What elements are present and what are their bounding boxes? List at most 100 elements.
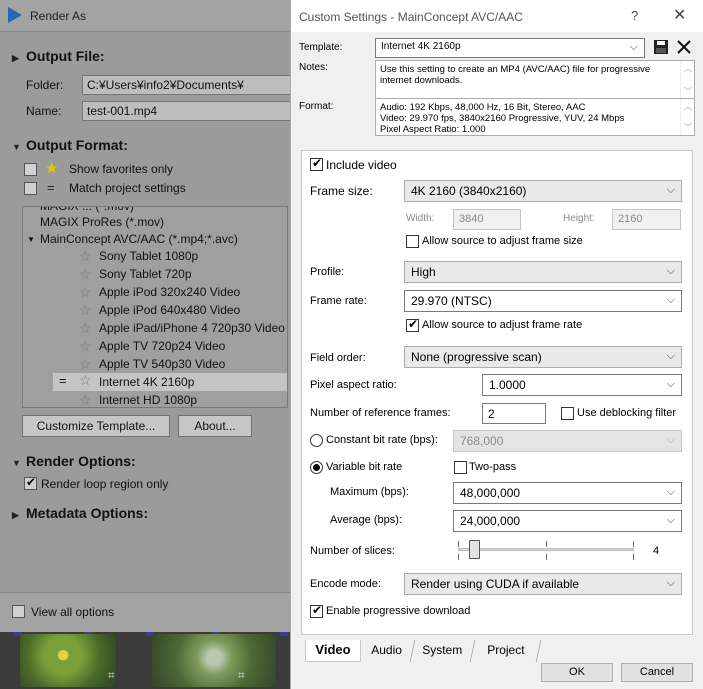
ok-button[interactable]: OK: [541, 663, 613, 682]
tree-item[interactable]: ☆ Apple iPod 320x240 Video: [23, 284, 287, 303]
progressive-download-checkbox[interactable]: ✔: [310, 603, 323, 618]
close-icon[interactable]: ✕: [673, 5, 686, 25]
pixel-aspect-label: Pixel aspect ratio:: [310, 379, 397, 391]
slices-value: 4: [653, 545, 660, 557]
height-label: Height:: [563, 213, 595, 224]
customize-template-button[interactable]: Customize Template...: [22, 415, 170, 437]
cbr-dropdown[interactable]: 768,000 ⌵: [453, 430, 682, 452]
include-video-label: Include video: [326, 158, 397, 172]
tree-item[interactable]: MAGIX ProRes (*.mov): [23, 215, 287, 233]
tree-item[interactable]: ☆ Apple iPad/iPhone 4 720p30 Video: [23, 320, 287, 339]
folder-input[interactable]: C:¥Users¥info2¥Documents¥: [82, 75, 292, 95]
encode-mode-dropdown[interactable]: Render using CUDA if available ⌵: [404, 573, 682, 595]
notes-text: Use this setting to create an MP4 (AVC/A…: [380, 64, 651, 86]
maximum-label: Maximum (bps):: [330, 486, 409, 498]
frame-size-label: Frame size:: [310, 184, 373, 198]
maximum-dropdown[interactable]: 48,000,000 ⌵: [453, 482, 682, 504]
frame-size-value: 4K 2160 (3840x2160): [411, 184, 527, 198]
height-input[interactable]: 2160: [612, 209, 681, 230]
chevron-down-icon: ⌵: [666, 514, 675, 526]
star-icon[interactable]: ☆: [79, 248, 92, 265]
tab-audio[interactable]: Audio: [358, 640, 416, 662]
average-dropdown[interactable]: 24,000,000 ⌵: [453, 510, 682, 532]
encode-mode-value: Render using CUDA if available: [411, 577, 580, 591]
delete-icon[interactable]: [676, 39, 692, 55]
tree-item[interactable]: ☆ Sony Tablet 1080p: [23, 248, 287, 267]
custom-settings-titlebar: Custom Settings - MainConcept AVC/AAC ? …: [291, 0, 703, 32]
tree-item[interactable]: ☆ Apple TV 720p24 Video: [23, 338, 287, 357]
field-order-label: Field order:: [310, 352, 366, 364]
deblocking-checkbox[interactable]: [561, 407, 574, 420]
tree-item[interactable]: ☆ Sony Tablet 720p: [23, 266, 287, 285]
slices-slider-thumb[interactable]: [469, 540, 480, 559]
frame-size-dropdown[interactable]: 4K 2160 (3840x2160) ⌵: [404, 180, 682, 202]
metadata-options-section[interactable]: ▶ Metadata Options:: [12, 505, 148, 521]
crop-icon[interactable]: ⌗: [108, 668, 115, 683]
slices-slider-track[interactable]: [458, 548, 634, 551]
field-order-dropdown[interactable]: None (progressive scan) ⌵: [404, 346, 682, 368]
video-thumbnail: [152, 634, 276, 687]
chevron-down-icon: ⌵: [666, 265, 675, 277]
star-icon[interactable]: ☆: [79, 392, 92, 407]
cbr-label: Constant bit rate (bps):: [326, 434, 438, 446]
crop-icon[interactable]: ⌗: [238, 668, 245, 683]
output-format-section[interactable]: ▼ Output Format:: [12, 137, 128, 153]
vbr-radio[interactable]: [310, 461, 323, 474]
frame-rate-dropdown[interactable]: 29.970 (NTSC) ⌵: [404, 290, 682, 312]
render-options-section[interactable]: ▼ Render Options:: [12, 453, 136, 469]
tab-video[interactable]: Video: [305, 640, 361, 662]
output-file-section[interactable]: ▶ Output File:: [12, 48, 105, 64]
notes-scrollbar[interactable]: ︿ ﹀: [680, 61, 694, 99]
cbr-radio[interactable]: [310, 434, 323, 447]
encode-mode-label: Encode mode:: [310, 578, 381, 590]
match-project-checkbox[interactable]: [24, 182, 37, 195]
save-icon[interactable]: [653, 39, 669, 55]
format-tree[interactable]: MAGIX ... (*.mov) MAGIX ProRes (*.mov) ▼…: [22, 206, 288, 408]
custom-settings-title: Custom Settings - MainConcept AVC/AAC: [299, 10, 523, 24]
allow-frame-size-checkbox[interactable]: [406, 235, 419, 248]
name-input[interactable]: test-001.mp4: [82, 101, 292, 121]
cbr-value: 768,000: [460, 434, 504, 448]
star-icon[interactable]: ☆: [79, 266, 92, 283]
allow-frame-rate-checkbox[interactable]: ✔: [406, 317, 419, 332]
star-icon[interactable]: ☆: [79, 284, 92, 301]
star-icon[interactable]: ☆: [79, 356, 92, 373]
output-format-heading: Output Format:: [26, 137, 128, 153]
profile-dropdown[interactable]: High ⌵: [404, 261, 682, 283]
tab-system[interactable]: System: [410, 640, 476, 662]
format-line-par: Pixel Aspect Ratio: 1.000: [380, 124, 486, 135]
render-as-footer: View all options: [0, 592, 292, 632]
two-pass-checkbox[interactable]: [454, 461, 467, 474]
tab-project[interactable]: Project: [470, 640, 542, 662]
chevron-down-icon: ⌵: [666, 577, 675, 589]
help-icon[interactable]: ?: [631, 8, 638, 23]
star-icon[interactable]: ☆: [79, 338, 92, 355]
tree-item[interactable]: ☆ Internet HD 1080p: [23, 392, 287, 407]
star-icon[interactable]: ☆: [79, 302, 92, 319]
template-dropdown[interactable]: Internet 4K 2160p ⌵: [375, 38, 645, 58]
include-video-checkbox[interactable]: ✔: [310, 156, 323, 171]
width-label: Width:: [406, 213, 435, 224]
ref-frames-input[interactable]: 2: [482, 403, 546, 424]
timeline-strip[interactable]: ⌗ ⌗: [0, 632, 292, 689]
tree-item[interactable]: ▼ MainConcept AVC/AAC (*.mp4;*.avc): [23, 232, 287, 250]
show-favorites-checkbox[interactable]: [24, 163, 37, 176]
custom-settings-dialog: Custom Settings - MainConcept AVC/AAC ? …: [290, 0, 703, 689]
render-loop-checkbox[interactable]: ✔: [24, 475, 37, 490]
pixel-aspect-dropdown[interactable]: 1.0000 ⌵: [482, 374, 682, 396]
tree-item-selected[interactable]: = ☆ Internet 4K 2160p: [53, 372, 287, 391]
tree-item[interactable]: ☆ Apple iPod 640x480 Video: [23, 302, 287, 321]
format-scrollbar[interactable]: ︿ ﹀: [680, 99, 694, 135]
width-input[interactable]: 3840: [453, 209, 521, 230]
render-loop-label: Render loop region only: [41, 477, 169, 491]
star-icon[interactable]: ☆: [79, 372, 92, 389]
video-settings-panel: ✔ Include video Frame size: 4K 2160 (384…: [301, 150, 693, 635]
about-button[interactable]: About...: [178, 415, 252, 437]
chevron-down-icon: ⌵: [629, 41, 638, 53]
view-all-options-checkbox[interactable]: [12, 605, 25, 618]
cancel-button[interactable]: Cancel: [621, 663, 693, 682]
chevron-down-icon: ⌵: [666, 184, 675, 196]
star-icon[interactable]: ☆: [79, 320, 92, 337]
notes-textarea[interactable]: Use this setting to create an MP4 (AVC/A…: [375, 60, 695, 100]
progressive-download-label: Enable progressive download: [326, 605, 471, 617]
